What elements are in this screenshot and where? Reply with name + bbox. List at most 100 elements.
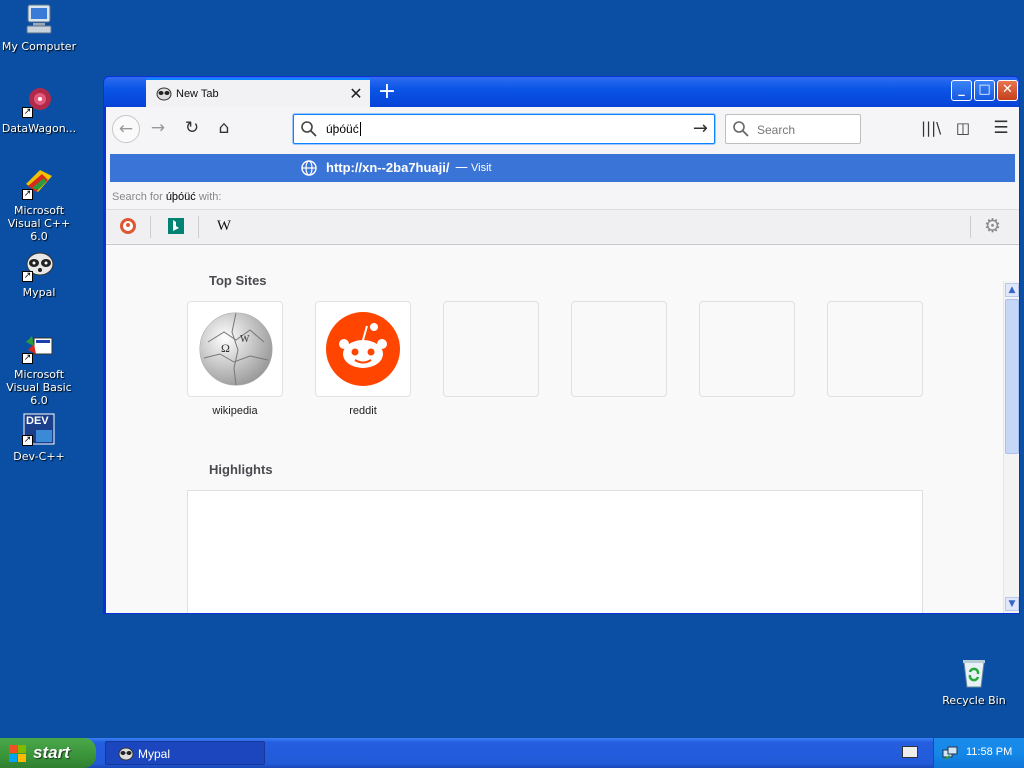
scroll-down-icon[interactable]: ▼ [1005, 597, 1019, 611]
mypal-icon [118, 746, 134, 762]
engine-separator [198, 216, 199, 238]
tab-title: New Tab [176, 88, 219, 100]
wikipedia-icon[interactable]: W [214, 216, 234, 236]
top-site-tile-wikipedia[interactable]: Ω W [187, 301, 283, 397]
reload-button[interactable]: ↻ [178, 115, 206, 143]
desktop: My Computer ↗ DataWagon... ↗ Microsoft V… [0, 0, 1024, 738]
network-icon[interactable] [942, 745, 958, 761]
search-icon [300, 120, 318, 138]
search-icon [732, 120, 750, 138]
dev-cpp-icon: DEV ↗ [22, 412, 56, 446]
tab-close-icon[interactable]: ✕ [348, 84, 364, 103]
engine-separator [150, 216, 151, 238]
minimize-button[interactable]: _ [951, 80, 972, 101]
tab-new-tab[interactable]: New Tab ✕ [146, 78, 370, 108]
url-input-value[interactable]: úþóüć [326, 122, 361, 136]
search-for-term: úþóüć [165, 191, 196, 203]
taskbar-item-label: Mypal [138, 747, 171, 761]
system-tray: 11:58 PM [933, 738, 1024, 768]
gear-icon[interactable]: ⚙ [984, 215, 1001, 237]
top-site-label: reddit [349, 405, 377, 417]
url-suggestion-row[interactable]: http://xn--2ba7huaji/ — Visit [110, 154, 1015, 182]
search-for-suffix: with: [198, 191, 222, 203]
search-placeholder: Search [757, 123, 796, 137]
home-button[interactable]: ⌂ [210, 115, 238, 143]
search-engine-bar: W ⚙ [106, 209, 1019, 243]
desktop-icon-datawagon[interactable]: ↗ DataWagon... [0, 84, 78, 135]
new-tab-page: Top Sites Ω W wikipedia reddit Highlight… [106, 245, 1019, 613]
desktop-icon-label: Dev-C++ [13, 450, 65, 463]
go-arrow-icon[interactable]: → [693, 118, 708, 139]
menu-button[interactable]: ☰ [991, 119, 1011, 139]
top-site-label: wikipedia [212, 405, 258, 417]
my-computer-icon [22, 2, 56, 36]
new-tab-button[interactable]: + [376, 79, 398, 105]
top-site-tile-reddit[interactable] [315, 301, 411, 397]
desktop-icon-label: Microsoft Visual C++ 6.0 [7, 204, 71, 243]
taskbar-item-mypal[interactable]: Mypal [105, 741, 265, 765]
url-suggestions-dropdown: http://xn--2ba7huaji/ — Visit Search for… [106, 151, 1019, 245]
scrollbar-thumb[interactable] [1005, 299, 1019, 454]
shortcut-arrow-icon: ↗ [22, 271, 33, 282]
taskbar: start Mypal 11:58 PM [0, 738, 1024, 768]
sidebar-button[interactable]: ◫ [953, 119, 973, 139]
start-button[interactable]: start [0, 738, 96, 768]
mypal-icon: ↗ [22, 248, 56, 282]
mypal-favicon-icon [156, 86, 172, 102]
suggestion-action: Visit [471, 162, 492, 174]
forward-button[interactable]: → [144, 115, 172, 143]
desktop-icon-label: My Computer [1, 40, 77, 53]
top-sites-title: Top Sites [209, 273, 267, 288]
maximize-button[interactable]: □ [974, 80, 995, 101]
shortcut-arrow-icon: ↗ [22, 435, 33, 446]
close-window-button[interactable]: ✕ [997, 80, 1018, 101]
wikipedia-globe-icon: Ω W [199, 312, 273, 386]
desktop-icon-label: Microsoft Visual Basic 6.0 [6, 368, 72, 407]
desktop-icon-recycle-bin[interactable]: Recycle Bin [935, 656, 1013, 707]
shortcut-arrow-icon: ↗ [22, 353, 33, 364]
top-site-tile-empty[interactable] [827, 301, 923, 397]
search-for-label: Search for úþóüć with: [112, 191, 221, 203]
search-for-prefix: Search for [112, 191, 163, 203]
visual-cpp-icon: ↗ [22, 166, 56, 200]
highlights-panel [187, 490, 923, 613]
suggestion-dash: — [455, 160, 468, 175]
search-box[interactable]: Search [725, 114, 861, 144]
desktop-icon-label: Recycle Bin [942, 694, 1006, 707]
duckduckgo-icon[interactable] [118, 216, 138, 236]
browser-window: New Tab ✕ + _ □ ✕ ← → ↻ ⌂ úþóüć → Search… [103, 76, 1020, 614]
keyboard-icon[interactable] [902, 746, 918, 758]
shortcut-arrow-icon: ↗ [22, 189, 33, 200]
bing-icon[interactable] [166, 216, 186, 236]
reddit-icon [326, 312, 400, 386]
desktop-icon-visual-cpp[interactable]: ↗ Microsoft Visual C++ 6.0 [0, 166, 78, 243]
back-button[interactable]: ← [112, 115, 140, 143]
scroll-up-icon[interactable]: ▲ [1005, 283, 1019, 297]
desktop-icon-label: DataWagon... [1, 122, 77, 135]
globe-icon [300, 159, 318, 177]
desktop-icon-dev-cpp[interactable]: DEV ↗ Dev-C++ [0, 412, 78, 463]
desktop-icon-label: Mypal [22, 286, 56, 299]
url-bar[interactable]: úþóüć → [293, 114, 715, 144]
library-button[interactable]: |||\ [921, 119, 941, 139]
vertical-scrollbar[interactable]: ▲ ▼ [1003, 281, 1019, 613]
visual-basic-icon: ↗ [22, 330, 56, 364]
top-site-tile-empty[interactable] [571, 301, 667, 397]
desktop-icon-visual-basic[interactable]: ↗ Microsoft Visual Basic 6.0 [0, 330, 78, 407]
top-site-tile-empty[interactable] [699, 301, 795, 397]
dev-badge: DEV [26, 415, 49, 427]
svg-text:W: W [240, 334, 250, 345]
suggestion-url: http://xn--2ba7huaji/ [326, 160, 450, 175]
navigation-toolbar: ← → ↻ ⌂ úþóüć → Search |||\ ◫ ☰ [106, 107, 1019, 151]
clock: 11:58 PM [966, 746, 1013, 758]
desktop-icon-my-computer[interactable]: My Computer [0, 2, 78, 53]
top-site-tile-empty[interactable] [443, 301, 539, 397]
engine-separator [970, 216, 971, 238]
highlights-title: Highlights [209, 462, 273, 477]
svg-text:Ω: Ω [221, 341, 230, 355]
windows-logo-icon [9, 745, 26, 762]
title-bar[interactable]: New Tab ✕ + _ □ ✕ [104, 77, 1019, 108]
desktop-icon-mypal[interactable]: ↗ Mypal [0, 248, 78, 299]
shortcut-arrow-icon: ↗ [22, 107, 33, 118]
start-label: start [33, 743, 70, 762]
